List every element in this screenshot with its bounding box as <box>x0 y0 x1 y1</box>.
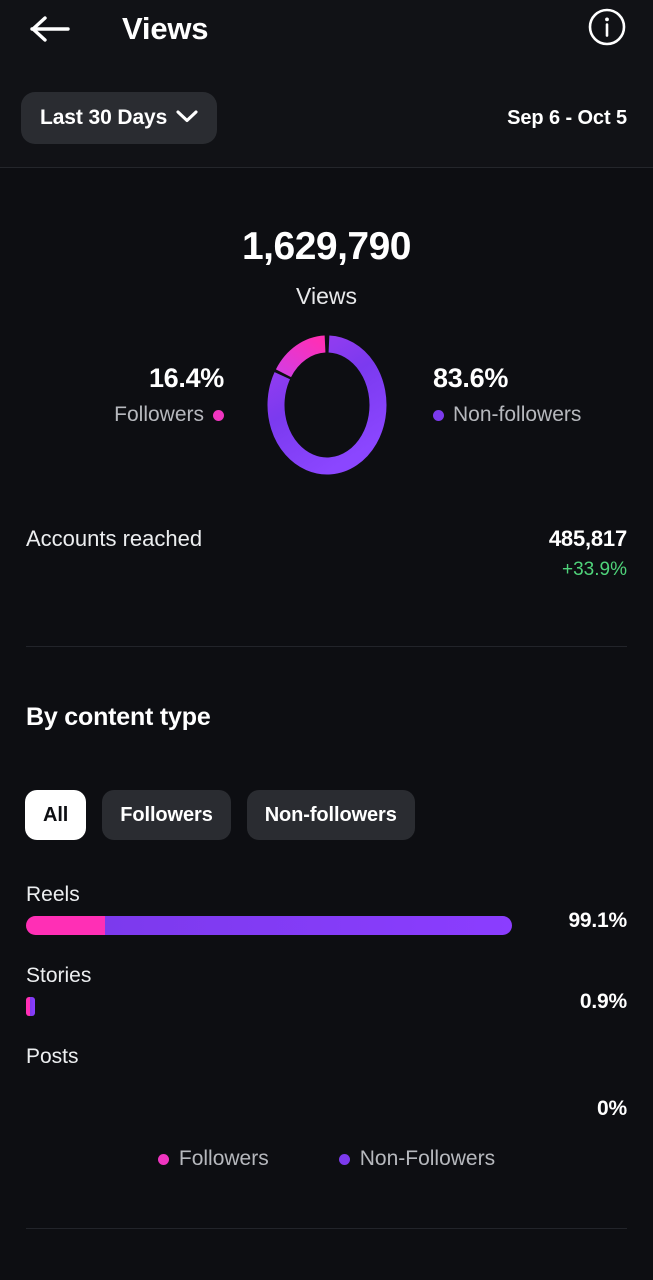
bar-row[interactable]: Reels 99.1% <box>26 884 627 965</box>
followers-legend-label: Followers <box>114 403 204 426</box>
bar-percent: 0% <box>597 1097 627 1120</box>
info-circle-icon <box>587 7 627 52</box>
info-button[interactable] <box>583 5 631 53</box>
content-type-pill-followers[interactable]: Followers <box>102 790 231 840</box>
nonfollowers-percent: 83.6% <box>433 363 509 393</box>
bar-label: Posts <box>26 1045 79 1068</box>
by-content-type-title: By content type <box>26 703 211 731</box>
filter-row: Last 30 Days Sep 6 - Oct 5 <box>0 70 653 166</box>
followers-legend: Followers <box>0 403 224 427</box>
legend-color-dot <box>157 1153 169 1165</box>
arrow-left-icon <box>29 14 71 44</box>
bar-percent: 99.1% <box>568 909 627 932</box>
bar-label: Stories <box>26 964 92 987</box>
page-title: Views <box>122 11 209 46</box>
content-type-bar-list: Reels 99.1% Stories 0.9% Posts 0% <box>26 884 627 1127</box>
hero-section: 1,629,790 Views 16.4% Followers 83.6% No… <box>0 168 653 482</box>
bar-row[interactable]: Posts 0% <box>26 1046 627 1127</box>
bar-segment-nonfollowers <box>105 916 512 935</box>
bar-segment-nonfollowers <box>30 997 35 1016</box>
accounts-reached-value: 485,817 <box>548 526 627 551</box>
date-range-text: Sep 6 - Oct 5 <box>507 107 627 129</box>
donut-chart <box>263 330 391 480</box>
section-divider-bottom <box>26 1228 627 1229</box>
content-type-filter-group: All Followers Non-followers <box>25 790 415 840</box>
content-type-pill-label: Non-followers <box>264 803 397 826</box>
accounts-reached-delta: +33.9% <box>562 559 627 580</box>
chart-legend: Followers Non-Followers <box>0 1147 653 1171</box>
section-divider-top <box>26 646 627 647</box>
nonfollowers-legend: Non-followers <box>429 403 653 427</box>
content-type-pill-label: All <box>43 803 69 826</box>
legend-label: Non-Followers <box>359 1147 496 1170</box>
nonfollowers-color-dot <box>433 409 444 421</box>
navigation-row: Views <box>0 0 653 68</box>
legend-color-dot <box>338 1153 350 1165</box>
followers-color-dot <box>213 409 224 421</box>
top-bar: Views Last 30 Days Sep 6 - Oct 5 <box>0 0 653 168</box>
legend-label: Followers <box>178 1147 269 1170</box>
content-type-pill-non-followers[interactable]: Non-followers <box>246 790 415 840</box>
bar-row[interactable]: Stories 0.9% <box>26 965 627 1046</box>
date-range-selector-label: Last 30 Days <box>40 106 168 129</box>
bar-segment-followers <box>26 916 105 935</box>
views-insights-screen: Views Last 30 Days Sep 6 - Oct 5 1,629,7… <box>0 0 653 1280</box>
legend-item-non-followers: Non-Followers <box>338 1147 496 1171</box>
content-type-pill-all[interactable]: All <box>25 790 87 840</box>
total-views-label: Views <box>296 283 357 309</box>
bar-track <box>26 997 35 1016</box>
total-views-value: 1,629,790 <box>241 225 412 268</box>
chevron-down-icon <box>176 109 198 128</box>
accounts-reached-label: Accounts reached <box>26 526 203 551</box>
date-range-selector[interactable]: Last 30 Days <box>21 92 218 144</box>
bar-track <box>26 916 512 935</box>
content-type-pill-label: Followers <box>120 803 213 826</box>
bar-label: Reels <box>26 883 80 906</box>
bar-percent: 0.9% <box>579 990 627 1013</box>
back-button[interactable] <box>22 5 78 53</box>
followers-breakdown-chart: 16.4% Followers 83.6% Non-followers <box>0 330 653 482</box>
accounts-reached-row[interactable]: Accounts reached 485,817 +33.9% <box>26 526 627 596</box>
legend-item-followers: Followers <box>157 1147 269 1171</box>
nonfollowers-legend-label: Non-followers <box>453 403 582 426</box>
followers-percent: 16.4% <box>148 363 224 393</box>
